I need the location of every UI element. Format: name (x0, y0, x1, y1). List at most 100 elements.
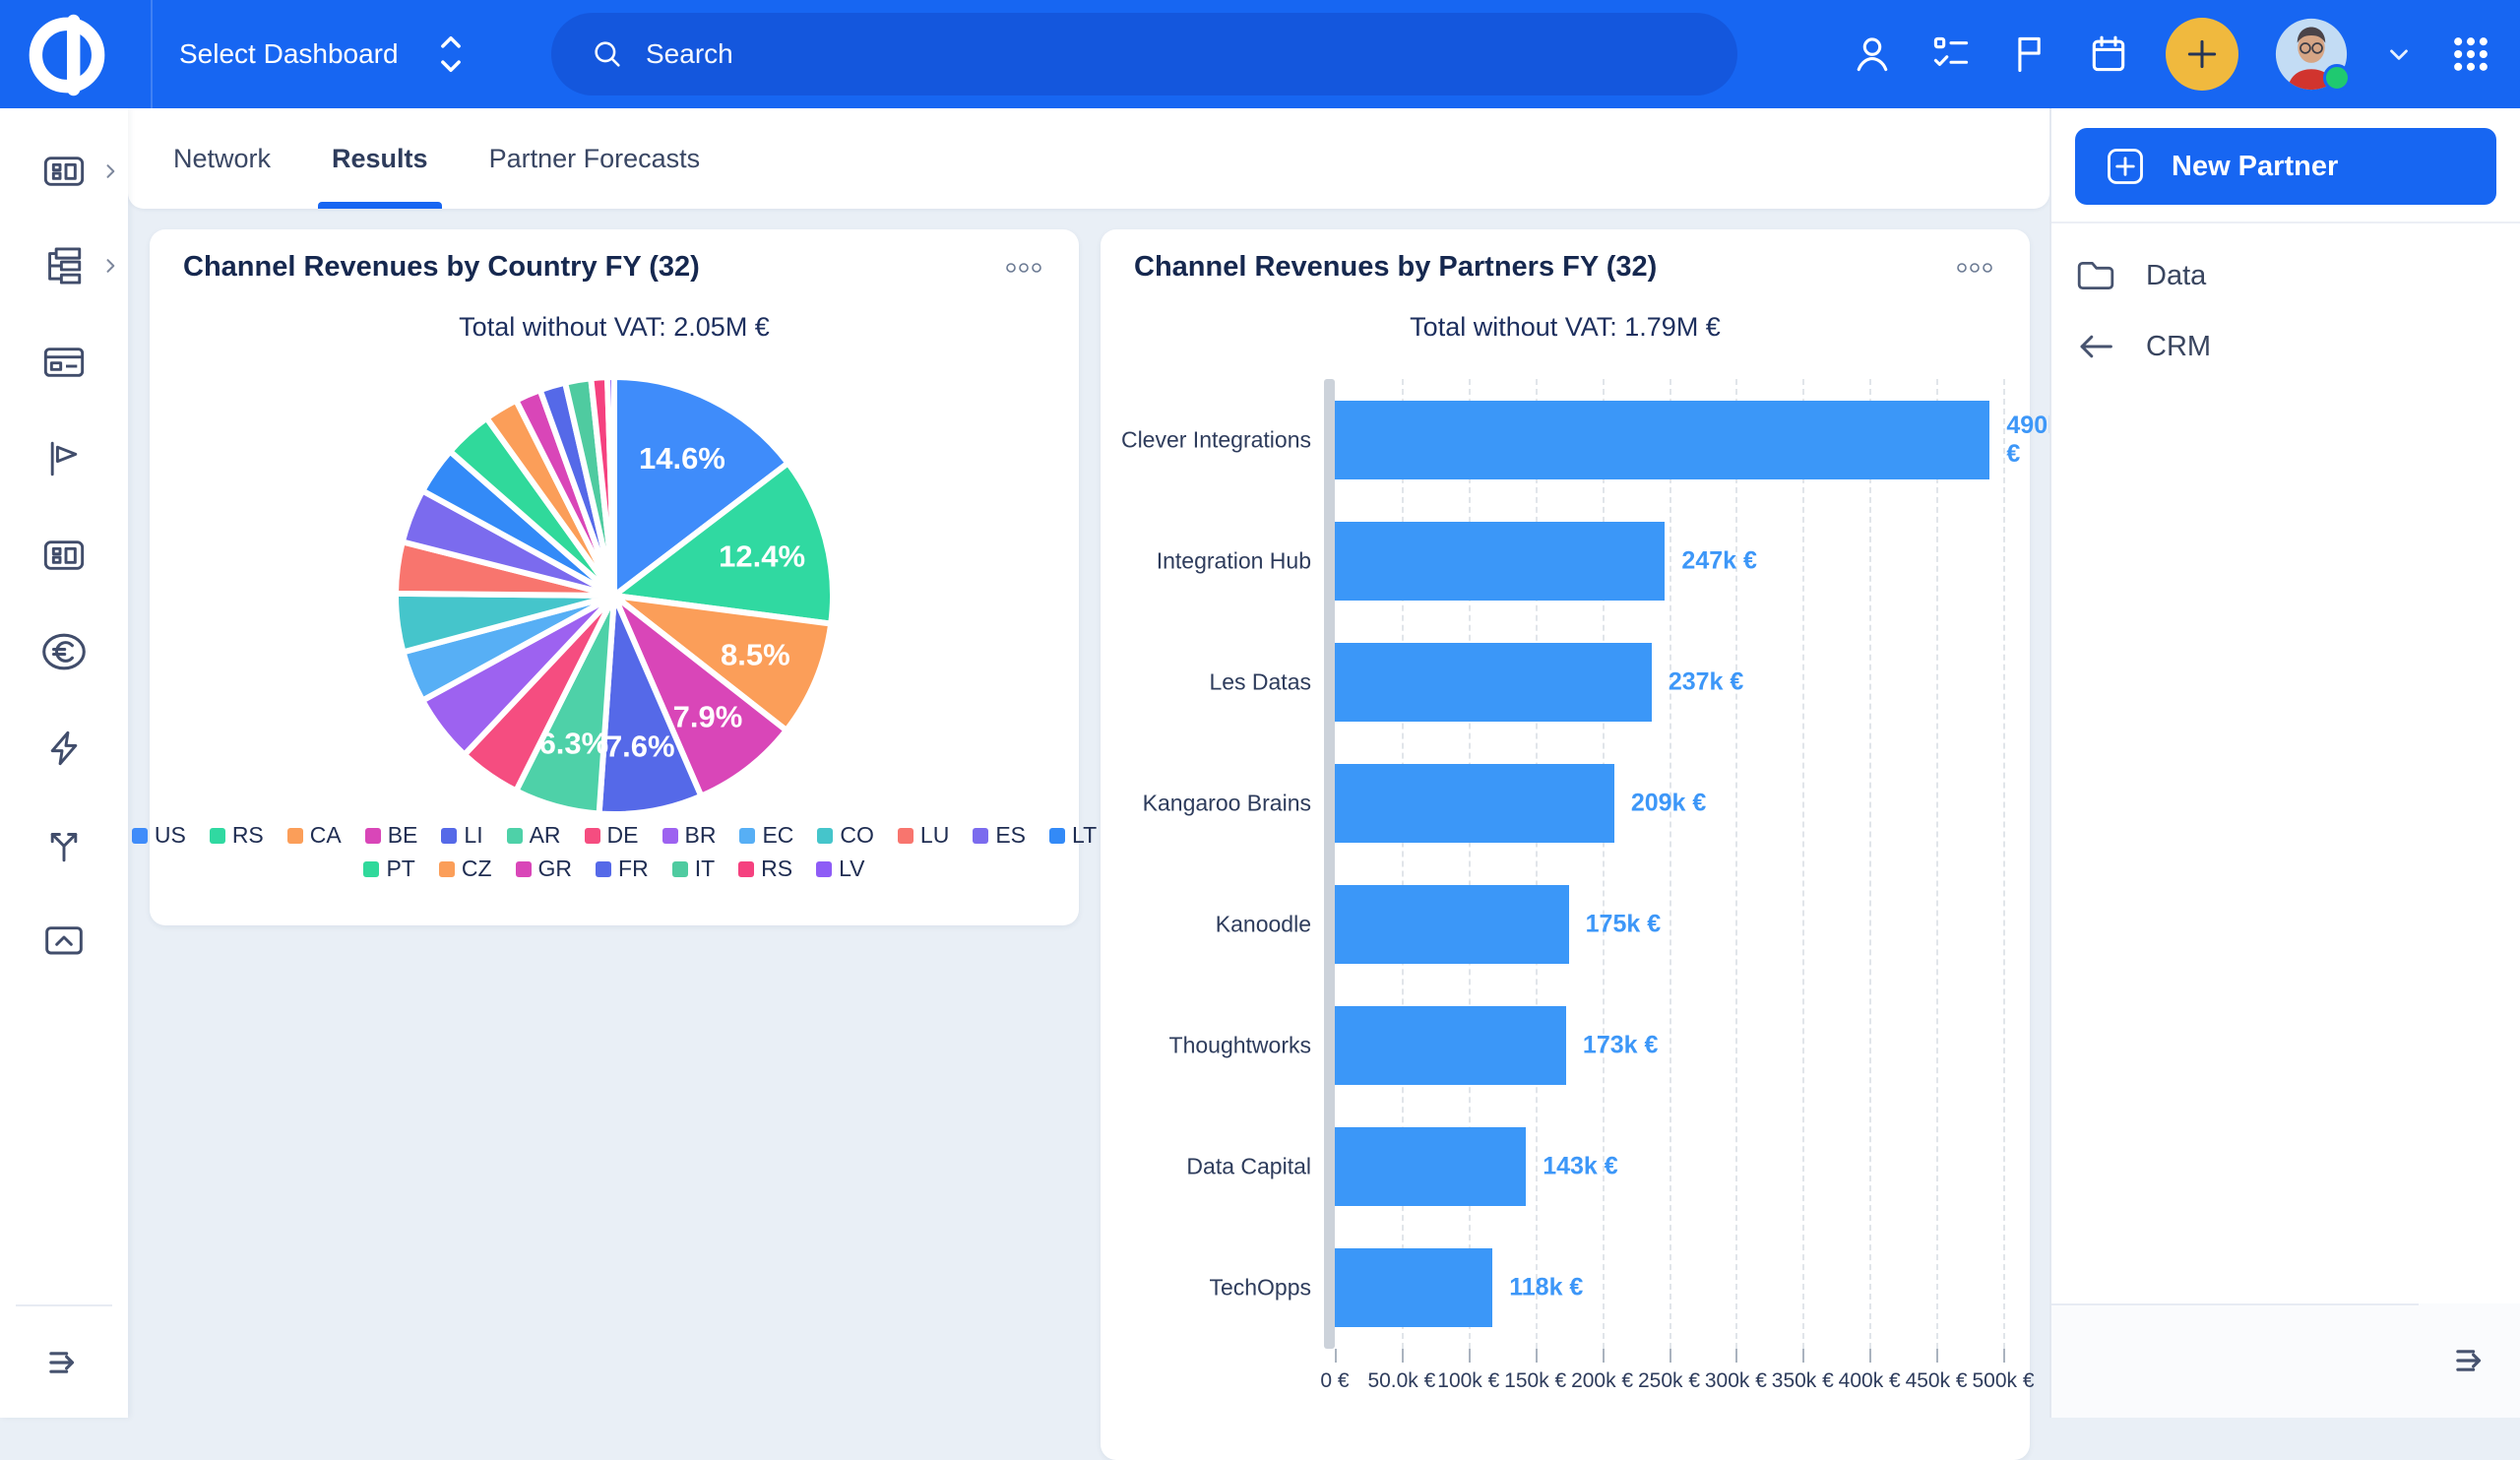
legend-item-CO[interactable]: CO (817, 822, 874, 849)
bar-thoughtworks[interactable] (1335, 1006, 1566, 1085)
topbar-separator (151, 0, 153, 108)
search-input[interactable]: Search (551, 13, 1737, 95)
bar-data-capital[interactable] (1335, 1127, 1526, 1206)
legend-swatch (738, 861, 754, 877)
gridline (1670, 379, 1671, 1349)
search-placeholder: Search (646, 38, 733, 70)
legend-item-AR[interactable]: AR (507, 822, 561, 849)
pie-percent-label: 8.5% (721, 638, 790, 672)
more-options-icon[interactable] (998, 254, 1049, 282)
bar-techopps[interactable] (1335, 1248, 1492, 1327)
chevron-down-icon[interactable] (2384, 39, 2414, 69)
pie-card-title: Channel Revenues by Country FY (32) (183, 251, 700, 284)
legend-swatch (816, 861, 832, 877)
bar-chart[interactable]: 0 €50.0k €100k €150k €200k €250k €300k €… (1101, 229, 2030, 1460)
legend-item-ES[interactable]: ES (973, 822, 1026, 849)
chevron-right-icon[interactable] (100, 161, 120, 181)
panel-item-data[interactable]: Data (2075, 246, 2498, 305)
bar-kanoodle[interactable] (1335, 885, 1569, 964)
legend-item-DE[interactable]: DE (585, 822, 639, 849)
arrow-left-icon (2075, 330, 2116, 363)
x-axis-tick (1469, 1349, 1471, 1363)
lightning-icon (42, 728, 86, 769)
legend-item-RS[interactable]: RS (210, 822, 264, 849)
dashboard-selector-label: Select Dashboard (179, 38, 399, 70)
pie-percent-label: 7.9% (673, 699, 743, 733)
legend-item-GR[interactable]: GR (516, 856, 573, 882)
pie-percent-label: 12.4% (719, 539, 805, 573)
legend-item-LU[interactable]: LU (898, 822, 949, 849)
apps-grid-icon[interactable] (2449, 32, 2492, 76)
legend-item-BR[interactable]: BR (662, 822, 717, 849)
topbar: Select Dashboard Search (0, 0, 2520, 108)
panel-collapse-button[interactable] (2419, 1303, 2520, 1418)
sidebar (0, 108, 128, 1418)
sidebar-item-boards[interactable] (0, 520, 128, 591)
legend-swatch (585, 828, 600, 844)
bar-value-label: 143k € (1543, 1153, 1617, 1181)
app-logo-icon[interactable] (22, 10, 112, 100)
user-icon[interactable] (1851, 32, 1894, 76)
sidebar-item-routing[interactable] (0, 809, 128, 880)
chevron-right-icon[interactable] (100, 256, 120, 276)
x-axis-tick (2003, 1349, 2005, 1363)
gridline (1802, 379, 1804, 1349)
sidebar-item-hierarchy[interactable] (0, 230, 128, 301)
sidebar-item-archive[interactable] (0, 906, 128, 977)
x-axis-tick (1536, 1349, 1538, 1363)
bar-category-label: Integration Hub (1101, 547, 1311, 574)
legend-item-EC[interactable]: EC (739, 822, 793, 849)
folder-icon (2075, 257, 2116, 294)
x-axis-tick (1670, 1349, 1671, 1363)
sidebar-item-dashboards[interactable] (0, 136, 128, 207)
tab-bar: Network Results Partner Forecasts (128, 108, 2049, 209)
legend-item-IT[interactable]: IT (672, 856, 715, 882)
sidebar-item-automation[interactable] (0, 713, 128, 784)
calendar-icon[interactable] (2087, 32, 2130, 76)
dashboard-selector[interactable]: Select Dashboard (179, 0, 468, 108)
tab-network[interactable]: Network (173, 108, 271, 209)
legend-item-FR[interactable]: FR (596, 856, 649, 882)
legend-item-CA[interactable]: CA (287, 822, 342, 849)
bar-les-datas[interactable] (1335, 643, 1652, 722)
app-root: Select Dashboard Search (0, 0, 2520, 1418)
legend-item-LV[interactable]: LV (816, 856, 864, 882)
sidebar-item-finance[interactable] (0, 616, 128, 687)
bar-kangaroo-brains[interactable] (1335, 764, 1614, 843)
x-axis-tick (1402, 1349, 1404, 1363)
add-button[interactable] (2166, 18, 2238, 91)
legend-item-RS[interactable]: RS (738, 856, 792, 882)
new-partner-label: New Partner (2172, 151, 2338, 183)
legend-swatch (817, 828, 833, 844)
bar-category-label: TechOpps (1101, 1275, 1311, 1301)
tab-partner-forecasts[interactable]: Partner Forecasts (489, 108, 701, 209)
topbar-actions (1851, 0, 2520, 108)
legend-item-PT[interactable]: PT (363, 856, 414, 882)
pie-chart[interactable]: 14.6%12.4%8.5%7.9%7.6%6.3% (150, 367, 1079, 822)
sidebar-item-pages[interactable] (0, 327, 128, 398)
legend-item-LT[interactable]: LT (1049, 822, 1097, 849)
x-axis-tick (1802, 1349, 1804, 1363)
bar-clever-integrations[interactable] (1335, 401, 1989, 479)
avatar[interactable] (2274, 17, 2349, 92)
flag-icon[interactable] (2008, 32, 2051, 76)
legend-item-LI[interactable]: LI (441, 822, 482, 849)
legend-item-US[interactable]: US (132, 822, 186, 849)
tab-results[interactable]: Results (332, 108, 428, 209)
sidebar-item-campaigns[interactable] (0, 423, 128, 494)
legend-swatch (132, 828, 148, 844)
split-arrows-icon (42, 824, 86, 865)
task-list-icon[interactable] (1929, 32, 1973, 76)
panel-footer (2051, 1305, 2419, 1418)
online-status-dot (2323, 64, 2351, 92)
legend-item-BE[interactable]: BE (365, 822, 418, 849)
x-axis-tick (1735, 1349, 1737, 1363)
bar-value-label: 237k € (1669, 667, 1743, 696)
bar-integration-hub[interactable] (1335, 522, 1665, 601)
legend-item-CZ[interactable]: CZ (439, 856, 492, 882)
new-partner-button[interactable]: New Partner (2075, 128, 2496, 205)
bar-category-label: Data Capital (1101, 1154, 1311, 1180)
sidebar-expand-button[interactable] (0, 1327, 128, 1398)
panel-item-crm[interactable]: CRM (2075, 317, 2498, 376)
right-panel: New Partner Data CRM (2049, 108, 2520, 1418)
